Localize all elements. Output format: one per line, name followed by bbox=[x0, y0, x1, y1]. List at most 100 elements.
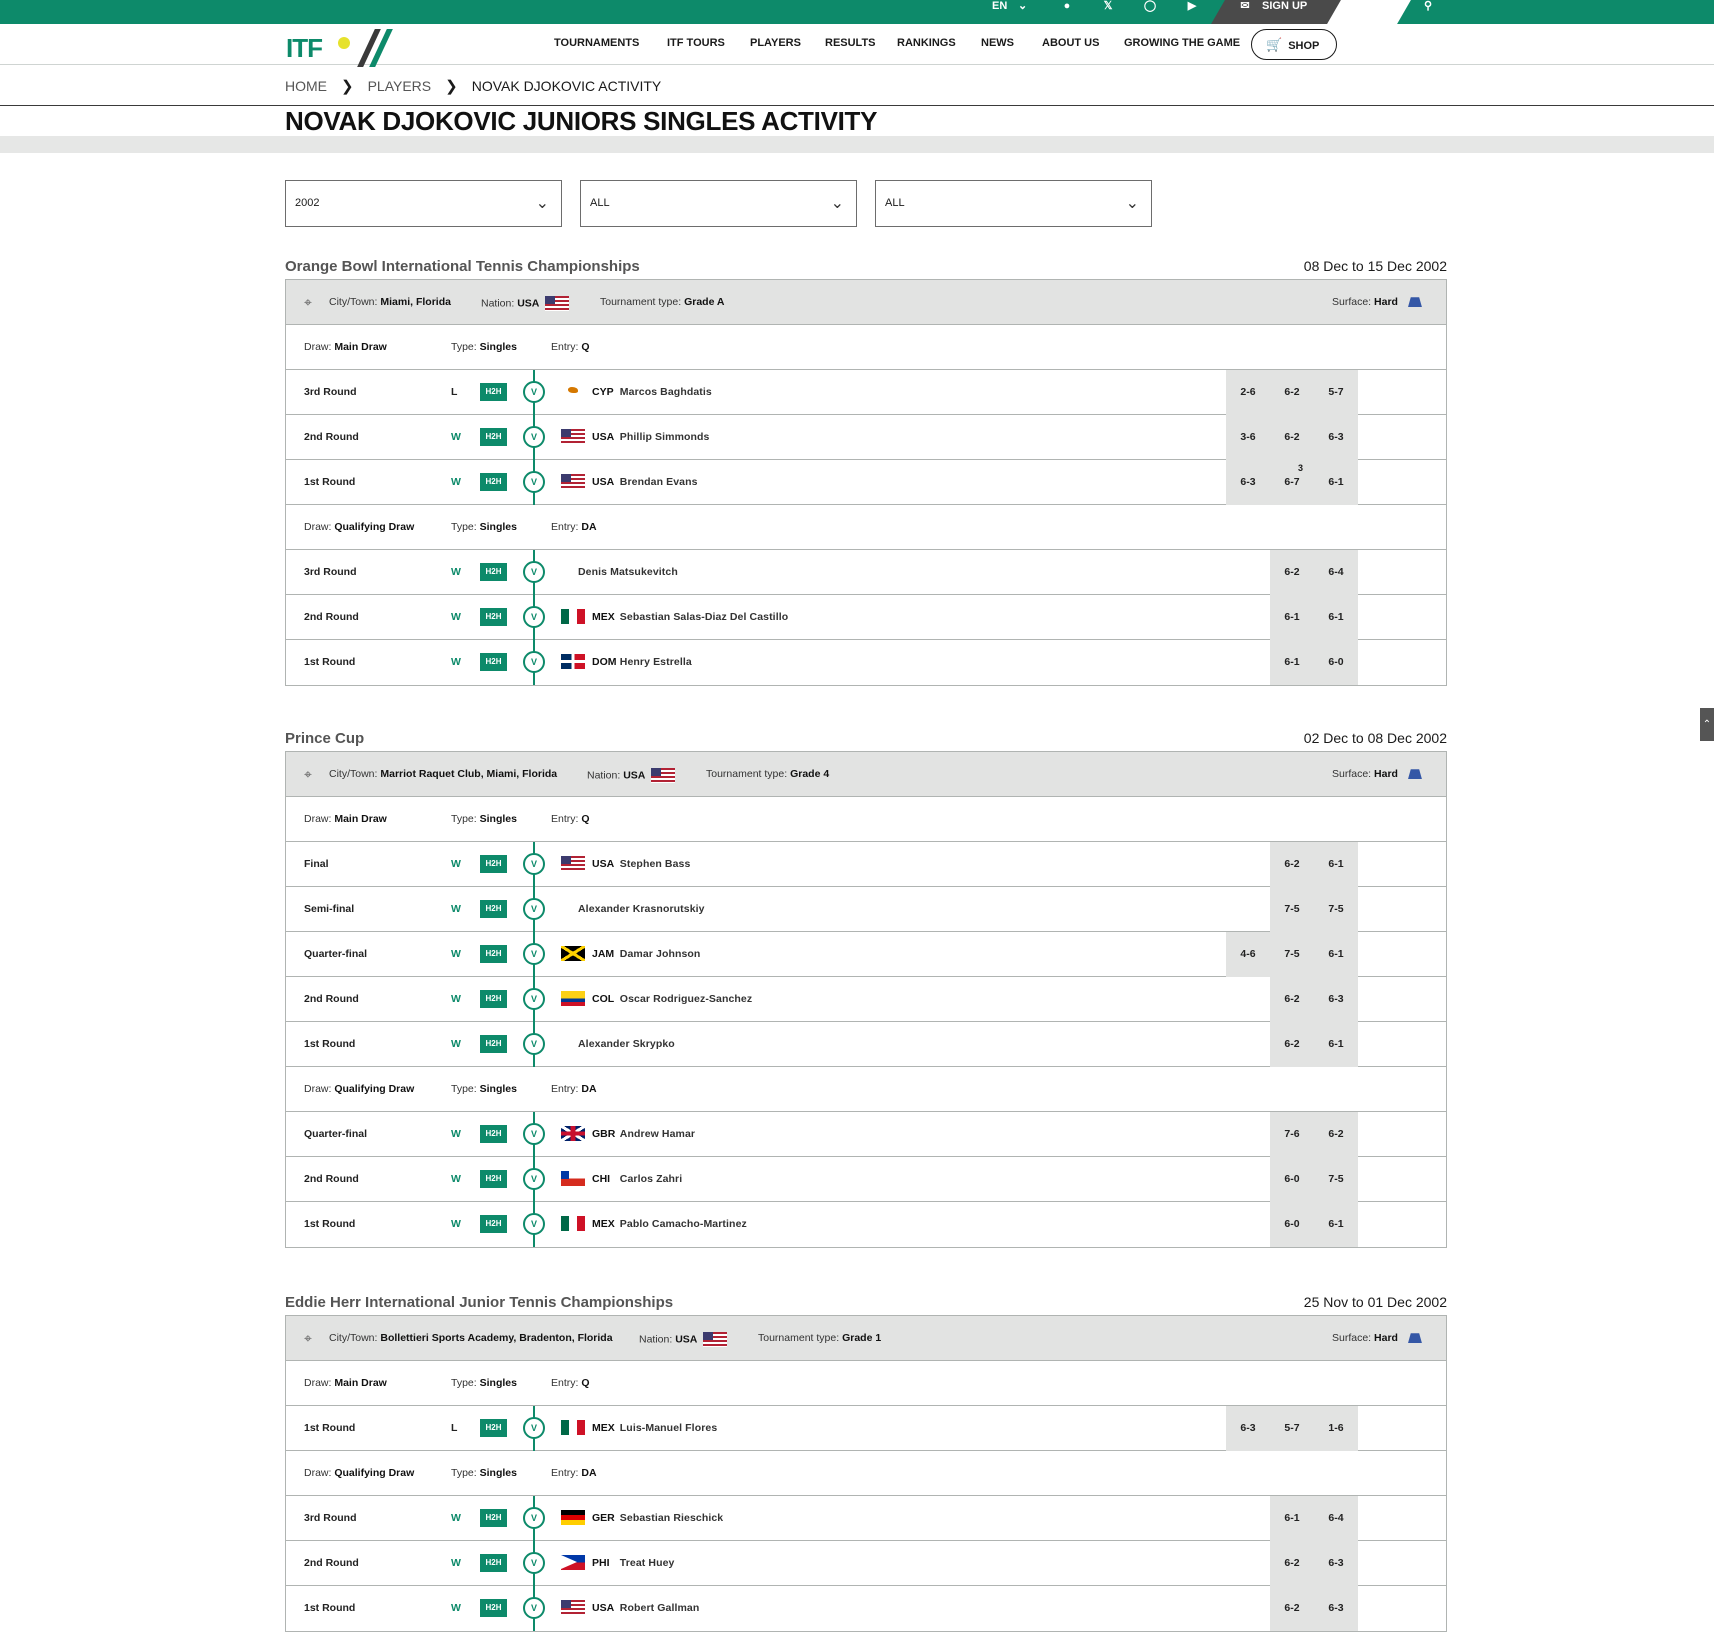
h2h-button[interactable]: H2H bbox=[480, 945, 507, 963]
h2h-button[interactable]: H2H bbox=[480, 1599, 507, 1617]
opponent-name[interactable]: Treat Huey bbox=[620, 1557, 675, 1569]
nav-link-rankings[interactable]: RANKINGS bbox=[897, 37, 956, 49]
opponent-name[interactable]: Alexander Krasnorutskiy bbox=[578, 903, 705, 915]
opponent-name[interactable]: Oscar Rodriguez-Sanchez bbox=[620, 993, 752, 1005]
opponent-nation: GER bbox=[592, 1512, 615, 1524]
draw-field-label: Draw: bbox=[304, 1467, 332, 1479]
chevron-down-icon[interactable]: ⌄ bbox=[1018, 0, 1027, 24]
tour-select-value: ALL bbox=[590, 197, 610, 209]
opponent-name[interactable]: Phillip Simmonds bbox=[620, 431, 710, 443]
mex-flag-icon bbox=[561, 1216, 585, 1231]
type-field: Type: Singles bbox=[451, 341, 517, 353]
entry-field-value: Q bbox=[581, 341, 590, 353]
nav-link-about-us[interactable]: ABOUT US bbox=[1042, 37, 1099, 49]
opponent-name[interactable]: Sebastian Rieschick bbox=[620, 1512, 723, 1524]
match-round: 1st Round bbox=[304, 656, 356, 668]
tour-select[interactable]: ALL ⌄ bbox=[580, 180, 857, 227]
search-icon[interactable]: ⚲ bbox=[1424, 0, 1432, 24]
set-score: 7-5 bbox=[1314, 1157, 1358, 1202]
h2h-button[interactable]: H2H bbox=[480, 1215, 507, 1233]
signup-link[interactable]: SIGN UP bbox=[1262, 0, 1307, 24]
instagram-icon[interactable]: ◯ bbox=[1141, 0, 1159, 24]
tournament-name[interactable]: Orange Bowl International Tennis Champio… bbox=[285, 258, 640, 275]
type-field-value: Singles bbox=[479, 1083, 517, 1095]
nav-link-tournaments[interactable]: TOURNAMENTS bbox=[554, 37, 639, 49]
match-result: L bbox=[451, 1422, 458, 1434]
x-icon[interactable]: 𝕏 bbox=[1099, 0, 1117, 24]
h2h-button[interactable]: H2H bbox=[480, 1509, 507, 1527]
itf-logo[interactable]: ITF bbox=[286, 29, 396, 67]
nav-link-results[interactable]: RESULTS bbox=[825, 37, 876, 49]
cyp-flag-icon bbox=[561, 384, 585, 399]
breadcrumb-players[interactable]: PLAYERS bbox=[368, 78, 432, 94]
opponent-name[interactable]: Denis Matsukevitch bbox=[578, 566, 678, 578]
type-field: Type: Singles bbox=[451, 1083, 517, 1095]
nation-field: Nation: USA bbox=[481, 296, 570, 311]
h2h-button[interactable]: H2H bbox=[480, 1419, 507, 1437]
set-score: 7-5 bbox=[1314, 887, 1358, 932]
youtube-icon[interactable]: ▶ bbox=[1183, 0, 1201, 24]
ipin-link[interactable]: IPIN bbox=[1362, 0, 1383, 24]
scroll-to-top-button[interactable]: ⌃ bbox=[1700, 708, 1714, 741]
entry-field: Entry: Q bbox=[551, 813, 590, 825]
opponent-name[interactable]: Andrew Hamar bbox=[620, 1128, 695, 1140]
opponent-name[interactable]: Alexander Skrypko bbox=[578, 1038, 675, 1050]
set-score: 7-6 bbox=[1270, 1112, 1314, 1157]
tournament-dates: 02 Dec to 08 Dec 2002 bbox=[1303, 730, 1447, 746]
opponent-name[interactable]: Brendan Evans bbox=[620, 476, 698, 488]
type-field-value: Singles bbox=[479, 813, 517, 825]
category-select[interactable]: ALL ⌄ bbox=[875, 180, 1152, 227]
opponent-name[interactable]: Carlos Zahri bbox=[620, 1173, 682, 1185]
h2h-button[interactable]: H2H bbox=[480, 855, 507, 873]
match-row: 2nd Round W H2H V COL Oscar Rodriguez-Sanchez… bbox=[286, 977, 1446, 1022]
nav-link-news[interactable]: NEWS bbox=[981, 37, 1014, 49]
h2h-button[interactable]: H2H bbox=[480, 653, 507, 671]
facebook-icon[interactable]: ● bbox=[1058, 0, 1076, 24]
match-result: W bbox=[451, 1512, 461, 1524]
set-score: 1-6 bbox=[1314, 1406, 1358, 1451]
tournament-type-field: Tournament type: Grade 4 bbox=[706, 768, 829, 780]
opponent-name[interactable]: Henry Estrella bbox=[620, 656, 692, 668]
usa-flag-icon bbox=[545, 296, 570, 311]
h2h-button[interactable]: H2H bbox=[480, 608, 507, 626]
h2h-button[interactable]: H2H bbox=[480, 990, 507, 1008]
h2h-button[interactable]: H2H bbox=[480, 900, 507, 918]
opponent-name[interactable]: Pablo Camacho-Martinez bbox=[620, 1218, 747, 1230]
opponent-nation: CHI bbox=[592, 1173, 611, 1185]
opponent-name[interactable]: Luis-Manuel Flores bbox=[620, 1422, 717, 1434]
match-round: 1st Round bbox=[304, 1038, 356, 1050]
tournament-info-row: ⌖ City/Town: Miami, Florida Nation: USA Tou… bbox=[286, 280, 1446, 325]
set-score: 6-2 bbox=[1314, 1112, 1358, 1157]
match-result: W bbox=[451, 431, 461, 443]
type-field: Type: Singles bbox=[451, 813, 517, 825]
opponent-name[interactable]: Stephen Bass bbox=[620, 858, 691, 870]
h2h-button[interactable]: H2H bbox=[480, 1554, 507, 1572]
opponent-name[interactable]: Robert Gallman bbox=[620, 1602, 700, 1614]
nav-link-itf-tours[interactable]: ITF TOURS bbox=[667, 37, 725, 49]
opponent-name[interactable]: Damar Johnson bbox=[620, 948, 701, 960]
h2h-button[interactable]: H2H bbox=[480, 1125, 507, 1143]
tournament-name[interactable]: Prince Cup bbox=[285, 730, 364, 747]
nav-link-growing-the-game[interactable]: GROWING THE GAME bbox=[1124, 37, 1240, 49]
tournament-name[interactable]: Eddie Herr International Junior Tennis C… bbox=[285, 1294, 673, 1311]
h2h-button[interactable]: H2H bbox=[480, 1170, 507, 1188]
set-score: 3-6 bbox=[1226, 415, 1270, 460]
nav-link-players[interactable]: PLAYERS bbox=[750, 37, 801, 49]
opponent-name[interactable]: Sebastian Salas-Diaz Del Castillo bbox=[620, 611, 788, 623]
match-round: Quarter-final bbox=[304, 948, 368, 960]
language-selector[interactable]: EN bbox=[992, 0, 1007, 24]
h2h-button[interactable]: H2H bbox=[480, 1035, 507, 1053]
set-score: 6-0 bbox=[1314, 640, 1358, 685]
cart-icon: 🛒 bbox=[1266, 37, 1283, 52]
year-select[interactable]: 2002 ⌄ bbox=[285, 180, 562, 227]
h2h-button[interactable]: H2H bbox=[480, 563, 507, 581]
breadcrumb-home[interactable]: HOME bbox=[285, 78, 327, 94]
location-pin-icon: ⌖ bbox=[304, 1330, 312, 1346]
opponent-name[interactable]: Marcos Baghdatis bbox=[620, 386, 712, 398]
h2h-button[interactable]: H2H bbox=[480, 473, 507, 491]
shop-button[interactable]: 🛒 SHOP bbox=[1251, 29, 1337, 60]
h2h-button[interactable]: H2H bbox=[480, 383, 507, 401]
tournament-table: ⌖ City/Town: Marriot Raquet Club, Miami, … bbox=[285, 751, 1447, 1248]
h2h-button[interactable]: H2H bbox=[480, 428, 507, 446]
city-field: City/Town: Marriot Raquet Club, Miami, F… bbox=[329, 768, 557, 780]
